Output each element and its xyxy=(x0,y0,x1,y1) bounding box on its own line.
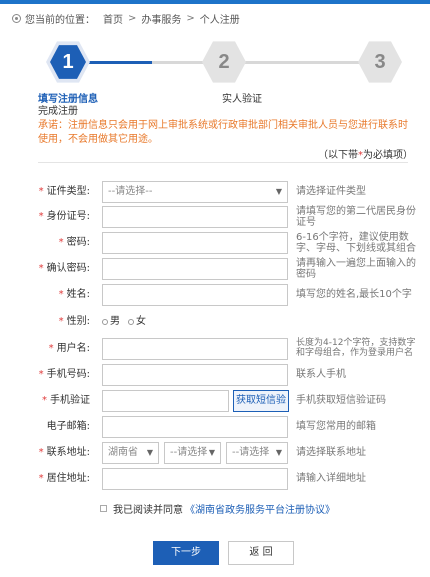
district-value: --请选择 xyxy=(232,447,270,458)
step-2-badge: 2 xyxy=(202,41,246,83)
gender-radio-group: 男 女 xyxy=(102,311,154,333)
residence-label: * 居住地址: xyxy=(38,473,90,484)
chevron-down-icon: ▼ xyxy=(208,448,215,457)
step-1-number: 1 xyxy=(50,45,86,79)
confirm-password-input[interactable] xyxy=(102,258,288,280)
agreement-text: 我已阅读并同意 xyxy=(113,505,183,516)
privacy-notice: 承诺：注册信息只会用于网上审批系统或行政审批部门相关审批人员与您进行联系时使用，… xyxy=(38,120,408,145)
cert-type-select[interactable]: --请选择-- ▼ xyxy=(102,181,288,203)
row-username: * 用户名: 长度为4-12个字符，支持数字和字母组合，作为登录用户名 xyxy=(0,338,430,362)
email-label: 电子邮箱: xyxy=(46,421,90,432)
gender-label: * 性别: xyxy=(58,316,90,327)
divider xyxy=(38,162,408,163)
step-3-label: 完成注册 xyxy=(38,106,78,117)
cert-type-hint: 请选择证件类型 xyxy=(296,186,366,197)
phone-label: * 手机号码: xyxy=(38,369,90,380)
agreement-row: 我已阅读并同意 《湖南省政务服务平台注册协议》 xyxy=(100,501,335,516)
id-number-hint: 请填写您的第二代居民身份证号 xyxy=(296,206,416,228)
city-value: --请选择 xyxy=(170,447,208,458)
gender-option-female[interactable]: 女 xyxy=(128,311,146,333)
username-hint: 长度为4-12个字符，支持数字和字母组合，作为登录用户名 xyxy=(296,338,416,358)
agreement-link[interactable]: 《湖南省政务服务平台注册协议》 xyxy=(185,501,335,516)
required-note: （以下带*为必填项） xyxy=(318,146,413,161)
row-residence: * 居住地址: 请输入详细地址 xyxy=(0,468,430,492)
cert-type-label: * 证件类型: xyxy=(38,186,90,197)
cert-type-value: --请选择-- xyxy=(108,186,153,197)
breadcrumb-home[interactable]: 首页 xyxy=(103,11,123,26)
chevron-down-icon: ▼ xyxy=(275,448,282,457)
step-3-badge: 3 xyxy=(358,41,402,83)
top-accent-bar xyxy=(0,0,430,4)
confirm-password-hint: 请再输入一遍您上面输入的密码 xyxy=(296,258,416,280)
name-hint: 填写您的姓名,最长10个字 xyxy=(296,289,412,300)
residence-input[interactable] xyxy=(102,468,288,490)
sms-code-input[interactable] xyxy=(102,390,229,412)
step-2-label: 实人验证 xyxy=(222,94,262,105)
breadcrumb-separator: > xyxy=(186,12,195,24)
radio-icon[interactable] xyxy=(102,319,108,325)
get-sms-code-button[interactable]: 获取短信验 xyxy=(233,390,289,412)
row-id-number: * 身份证号: 请填写您的第二代居民身份证号 xyxy=(0,206,430,230)
row-name: * 姓名: 填写您的姓名,最长10个字 xyxy=(0,284,430,308)
address-label: * 联系地址: xyxy=(38,447,90,458)
city-select[interactable]: --请选择 ▼ xyxy=(164,442,221,464)
chevron-down-icon: ▼ xyxy=(146,448,153,457)
confirm-password-label: * 确认密码: xyxy=(38,263,90,274)
required-note-prefix: （以下带 xyxy=(318,150,358,161)
residence-hint: 请输入详细地址 xyxy=(296,473,366,484)
username-label: * 用户名: xyxy=(48,343,90,354)
breadcrumb-prefix: 您当前的位置： xyxy=(25,14,95,26)
sms-verify-hint: 手机获取短信验证码 xyxy=(296,395,386,406)
email-input[interactable] xyxy=(102,416,288,438)
password-label: * 密码: xyxy=(58,237,90,248)
agreement-checkbox[interactable] xyxy=(100,505,107,512)
id-number-label: * 身份证号: xyxy=(38,211,90,222)
row-address: * 联系地址: 湖南省 ▼ --请选择 ▼ --请选择 ▼ 请选择联系地址 xyxy=(0,442,430,466)
breadcrumb-current: 个人注册 xyxy=(199,14,240,26)
phone-input[interactable] xyxy=(102,364,288,386)
chevron-down-icon: ▼ xyxy=(275,187,282,196)
row-gender: * 性别: 男 女 xyxy=(0,311,430,335)
row-email: 电子邮箱: 填写您常用的邮箱 xyxy=(0,416,430,440)
province-select[interactable]: 湖南省 ▼ xyxy=(102,442,159,464)
back-button[interactable]: 返 回 xyxy=(228,541,294,565)
breadcrumb-separator: > xyxy=(128,12,137,24)
row-phone: * 手机号码: 联系人手机 xyxy=(0,364,430,388)
address-hint: 请选择联系地址 xyxy=(296,447,366,458)
id-number-input[interactable] xyxy=(102,206,288,228)
step-1-badge: 1 xyxy=(46,41,90,83)
step-connector xyxy=(152,61,204,64)
username-input[interactable] xyxy=(102,338,288,360)
phone-hint: 联系人手机 xyxy=(296,369,346,380)
name-input[interactable] xyxy=(102,284,288,306)
password-hint: 6-16个字符，建议使用数字、字母、下划线或其组合 xyxy=(296,232,416,254)
sms-verify-label: * 手机验证 xyxy=(42,395,90,406)
step-progress: 1 2 3 填写注册信息 实人验证 xyxy=(0,32,430,105)
row-sms-verify: * 手机验证 获取短信验 手机获取短信验证码 xyxy=(0,390,430,414)
password-input[interactable] xyxy=(102,232,288,254)
next-button[interactable]: 下一步 xyxy=(153,541,219,565)
row-confirm-password: * 确认密码: 请再输入一遍您上面输入的密码 xyxy=(0,258,430,282)
step-connector xyxy=(244,61,360,64)
breadcrumb-services[interactable]: 办事服务 xyxy=(141,11,181,26)
name-label: * 姓名: xyxy=(58,289,90,300)
gender-option-male[interactable]: 男 xyxy=(102,311,120,333)
row-cert-type: * 证件类型: --请选择-- ▼ 请选择证件类型 xyxy=(0,181,430,205)
row-password: * 密码: 6-16个字符，建议使用数字、字母、下划线或其组合 xyxy=(0,232,430,256)
required-note-suffix: 为必填项） xyxy=(363,150,413,161)
province-value: 湖南省 xyxy=(108,447,138,458)
email-hint: 填写您常用的邮箱 xyxy=(296,421,376,432)
district-select[interactable]: --请选择 ▼ xyxy=(226,442,288,464)
step-connector-active xyxy=(84,61,152,64)
radio-icon[interactable] xyxy=(128,319,134,325)
breadcrumb: 您当前的位置： 首页 > 办事服务 > 个人注册 xyxy=(12,10,240,26)
location-icon xyxy=(12,13,21,23)
